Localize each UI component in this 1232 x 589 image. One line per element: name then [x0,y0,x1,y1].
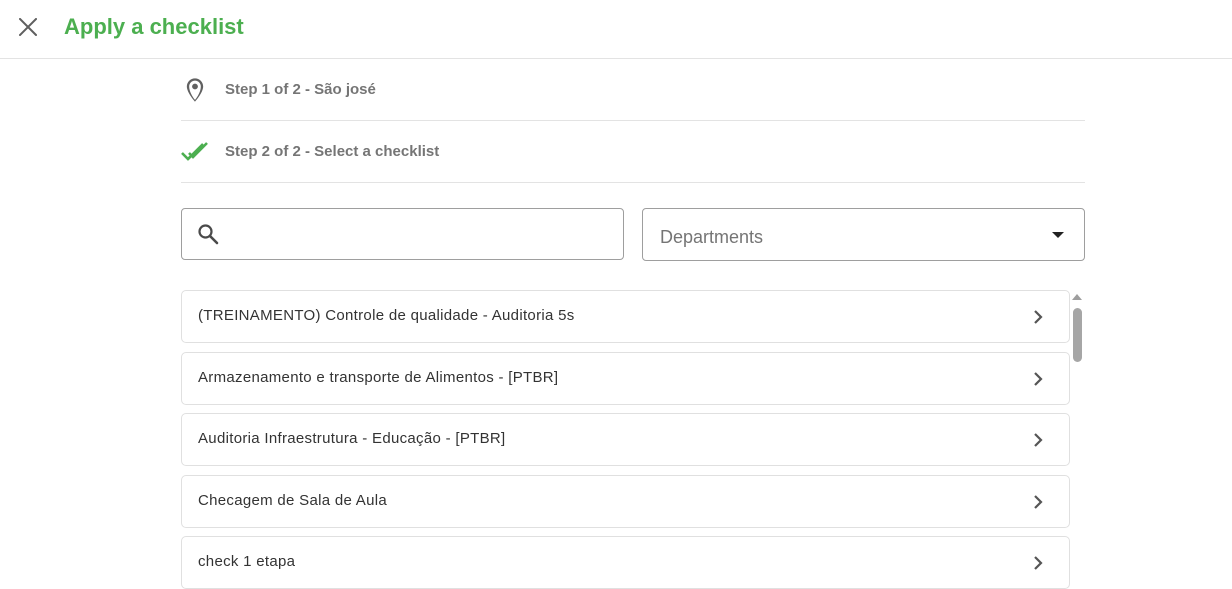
checklist-item[interactable]: check 1 etapa [181,536,1070,589]
step-1-label: Step 1 of 2 - São josé [225,81,376,98]
chevron-right-icon [1034,556,1043,570]
step-1-location: Step 1 of 2 - São josé [181,59,1085,121]
page-title: Apply a checklist [64,14,244,39]
checklist-item-label: (TREINAMENTO) Controle de qualidade - Au… [198,307,575,324]
checklist-item-label: Checagem de Sala de Aula [198,492,387,509]
checklist-item[interactable]: (TREINAMENTO) Controle de qualidade - Au… [181,290,1070,343]
checklist-item-label: Auditoria Infraestrutura - Educação - [P… [198,430,506,447]
caret-down-icon [1052,232,1064,238]
double-check-icon [181,142,208,161]
scrollbar-thumb[interactable] [1073,308,1082,362]
search-input[interactable] [230,217,610,251]
chevron-right-icon [1034,372,1043,386]
location-pin-icon [186,78,204,102]
scrollbar-up-arrow[interactable] [1072,294,1082,300]
checklist-item[interactable]: Auditoria Infraestrutura - Educação - [P… [181,413,1070,466]
chevron-right-icon [1034,433,1043,447]
departments-placeholder: Departments [660,227,764,247]
close-button[interactable] [14,13,42,41]
checklist-item-label: Armazenamento e transporte de Alimentos … [198,369,559,386]
search-icon [198,224,219,245]
chevron-right-icon [1034,310,1043,324]
step-2-label: Step 2 of 2 - Select a checklist [225,143,440,160]
search-field[interactable] [181,208,624,260]
top-bar: Apply a checklist [0,0,1232,59]
checklist-item-label: check 1 etapa [198,553,296,570]
checklist-item[interactable]: Checagem de Sala de Aula [181,475,1070,528]
step-2-select-checklist: Step 2 of 2 - Select a checklist [181,121,1085,183]
departments-select[interactable]: Departments [642,208,1085,261]
chevron-right-icon [1034,495,1043,509]
checklist-item[interactable]: Armazenamento e transporte de Alimentos … [181,352,1070,405]
close-icon [19,18,37,36]
